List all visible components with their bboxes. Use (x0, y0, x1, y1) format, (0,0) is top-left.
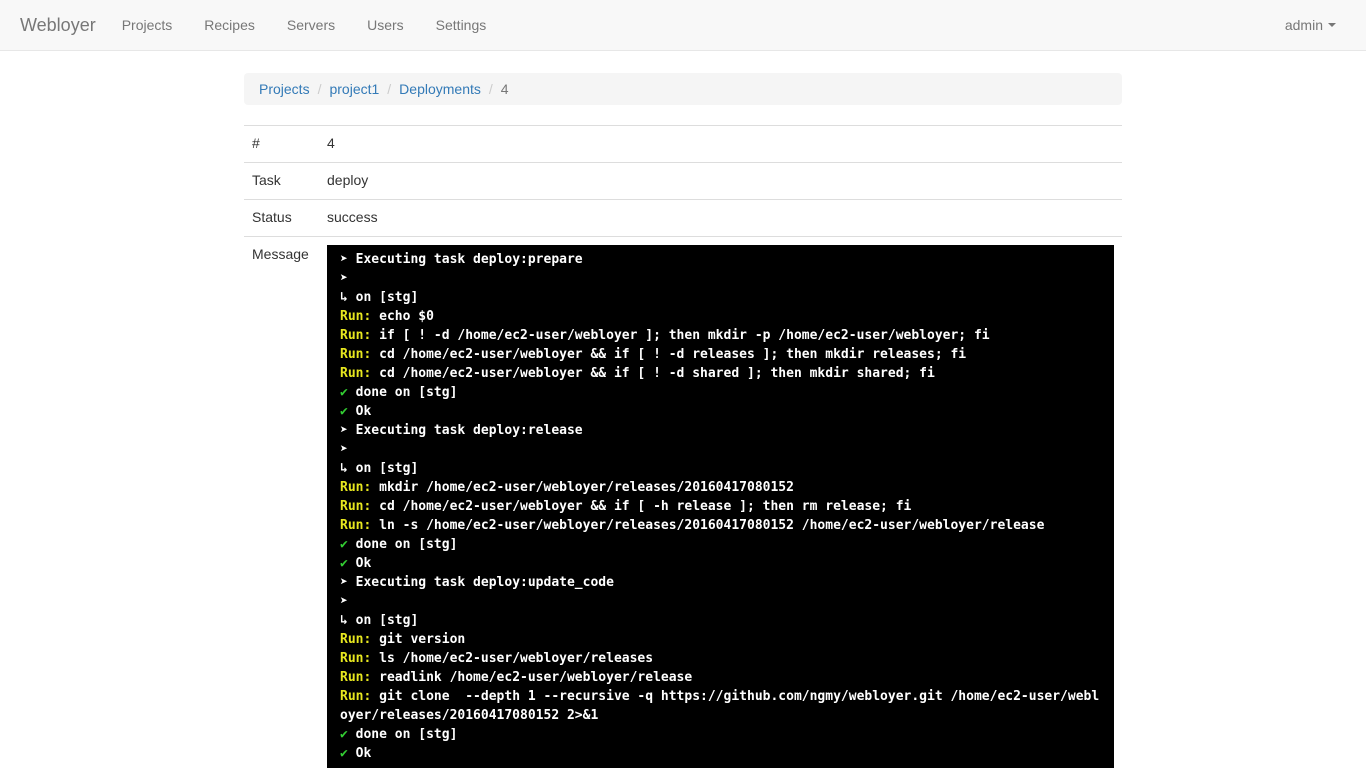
arrow-icon: ➤ (340, 574, 348, 590)
breadcrumb-item: project1 (310, 81, 379, 97)
detail-value: success (319, 198, 1122, 237)
user-menu-dropdown[interactable]: admin (1275, 0, 1346, 50)
branch-arrow-icon: ↳ (340, 460, 348, 476)
console-line: ➤ Executing task deploy:prepare (340, 251, 583, 267)
nav-item-servers[interactable]: Servers (271, 0, 351, 51)
console-line: ➤ (340, 440, 1101, 459)
arrow-icon: ➤ (340, 251, 348, 267)
console-line: Run: cd /home/ec2-user/webloyer && if [ … (340, 498, 912, 514)
console-line: ✔ done on [stg] (340, 726, 458, 742)
detail-row: #4 (244, 125, 1122, 163)
console-line: ➤ (340, 269, 1101, 288)
nav-item-projects[interactable]: Projects (106, 0, 189, 51)
run-label: Run: (340, 688, 372, 704)
nav-item-wrap: Servers (271, 0, 351, 50)
run-label: Run: (340, 308, 372, 324)
console-line: Run: git clone --depth 1 --recursive -q … (340, 688, 1100, 723)
console-line: ↳ on [stg] (340, 289, 419, 305)
console-line: Run: ln -s /home/ec2-user/webloyer/relea… (340, 517, 1045, 533)
run-label: Run: (340, 479, 372, 495)
console-line: ✔ Ok (340, 403, 372, 419)
navbar: Webloyer Projects Recipes Servers Users Sett… (0, 0, 1366, 51)
navbar-right: admin (1275, 0, 1346, 50)
run-label: Run: (340, 365, 372, 381)
branch-arrow-icon: ↳ (340, 612, 348, 628)
run-label: Run: (340, 669, 372, 685)
console-line: ✔ done on [stg] (340, 536, 458, 552)
nav-item-wrap: Recipes (188, 0, 271, 50)
console-line: ✔ Ok (340, 745, 372, 761)
arrow-icon: ➤ (340, 441, 348, 457)
run-label: Run: (340, 650, 372, 666)
run-label: Run: (340, 498, 372, 514)
nav-item-wrap: Projects (106, 0, 189, 50)
run-label: Run: (340, 327, 372, 343)
console-line: ↳ on [stg] (340, 612, 419, 628)
detail-row-message: Message ➤ Executing task deploy:prepare ➤… (244, 235, 1122, 768)
detail-row: Status success (244, 198, 1122, 237)
breadcrumb-project1[interactable]: project1 (329, 81, 379, 97)
console-line: ➤ Executing task deploy:release (340, 422, 583, 438)
user-menu-label: admin (1284, 17, 1323, 33)
nav-item-wrap: Users (351, 0, 420, 50)
detail-value: deploy (319, 161, 1122, 200)
breadcrumb: Projects project1 Deployments 4 (244, 73, 1122, 105)
run-label: Run: (340, 346, 372, 362)
console-line: ↳ on [stg] (340, 460, 419, 476)
console-line: Run: echo $0 (340, 308, 434, 324)
check-icon: ✔ (340, 745, 348, 761)
check-icon: ✔ (340, 403, 348, 419)
console-line: Run: cd /home/ec2-user/webloyer && if [ … (340, 346, 967, 362)
caret-down-icon (1328, 23, 1336, 27)
check-icon: ✔ (340, 726, 348, 742)
nav-item-wrap: Settings (420, 0, 503, 50)
detail-label-message: Message (244, 235, 319, 768)
console-line: Run: git version (340, 631, 466, 647)
check-icon: ✔ (340, 536, 348, 552)
breadcrumb-item: Projects (259, 81, 310, 97)
nav-item-recipes[interactable]: Recipes (188, 0, 271, 51)
console-line: Run: mkdir /home/ec2-user/webloyer/relea… (340, 479, 794, 495)
check-icon: ✔ (340, 555, 348, 571)
console-line: ✔ done on [stg] (340, 384, 458, 400)
console-line: Run: readlink /home/ec2-user/webloyer/re… (340, 669, 693, 685)
nav-item-settings[interactable]: Settings (420, 0, 503, 51)
console-line: ➤ (340, 592, 1101, 611)
navbar-menu: Projects Recipes Servers Users Settings (106, 0, 503, 50)
deployment-detail-table: #4 Task deploy Status success Message ➤ Exec… (244, 125, 1122, 768)
run-label: Run: (340, 517, 372, 533)
breadcrumb-projects[interactable]: Projects (259, 81, 310, 97)
nav-item-users[interactable]: Users (351, 0, 420, 51)
branch-arrow-icon: ↳ (340, 289, 348, 305)
console-line: ✔ Ok (340, 555, 372, 571)
detail-value: 4 (319, 125, 1122, 163)
console-output: ➤ Executing task deploy:prepare ➤ ↳ on [st… (327, 244, 1114, 768)
navbar-brand[interactable]: Webloyer (20, 0, 96, 50)
detail-label: Task (244, 161, 319, 200)
breadcrumb-item: 4 (481, 81, 509, 97)
arrow-icon: ➤ (340, 593, 348, 609)
console-line: Run: cd /home/ec2-user/webloyer && if [ … (340, 365, 935, 381)
breadcrumb-deployments[interactable]: Deployments (399, 81, 481, 97)
arrow-icon: ➤ (340, 422, 348, 438)
breadcrumb-4: 4 (500, 81, 509, 97)
detail-label: Status (244, 198, 319, 237)
console-line: Run: if [ ! -d /home/ec2-user/webloyer ]… (340, 327, 990, 343)
console-line: Run: ls /home/ec2-user/webloyer/releases (340, 650, 654, 666)
detail-value-message: ➤ Executing task deploy:prepare ➤ ↳ on [st… (319, 235, 1122, 768)
arrow-icon: ➤ (340, 270, 348, 286)
console-line: ➤ Executing task deploy:update_code (340, 574, 614, 590)
run-label: Run: (340, 631, 372, 647)
main-content: Projectsproject1Deployments4 #4Taskdeplo… (244, 51, 1122, 768)
check-icon: ✔ (340, 384, 348, 400)
detail-label: # (244, 125, 319, 163)
detail-row: Task deploy (244, 161, 1122, 200)
breadcrumb-item: Deployments (379, 81, 481, 97)
